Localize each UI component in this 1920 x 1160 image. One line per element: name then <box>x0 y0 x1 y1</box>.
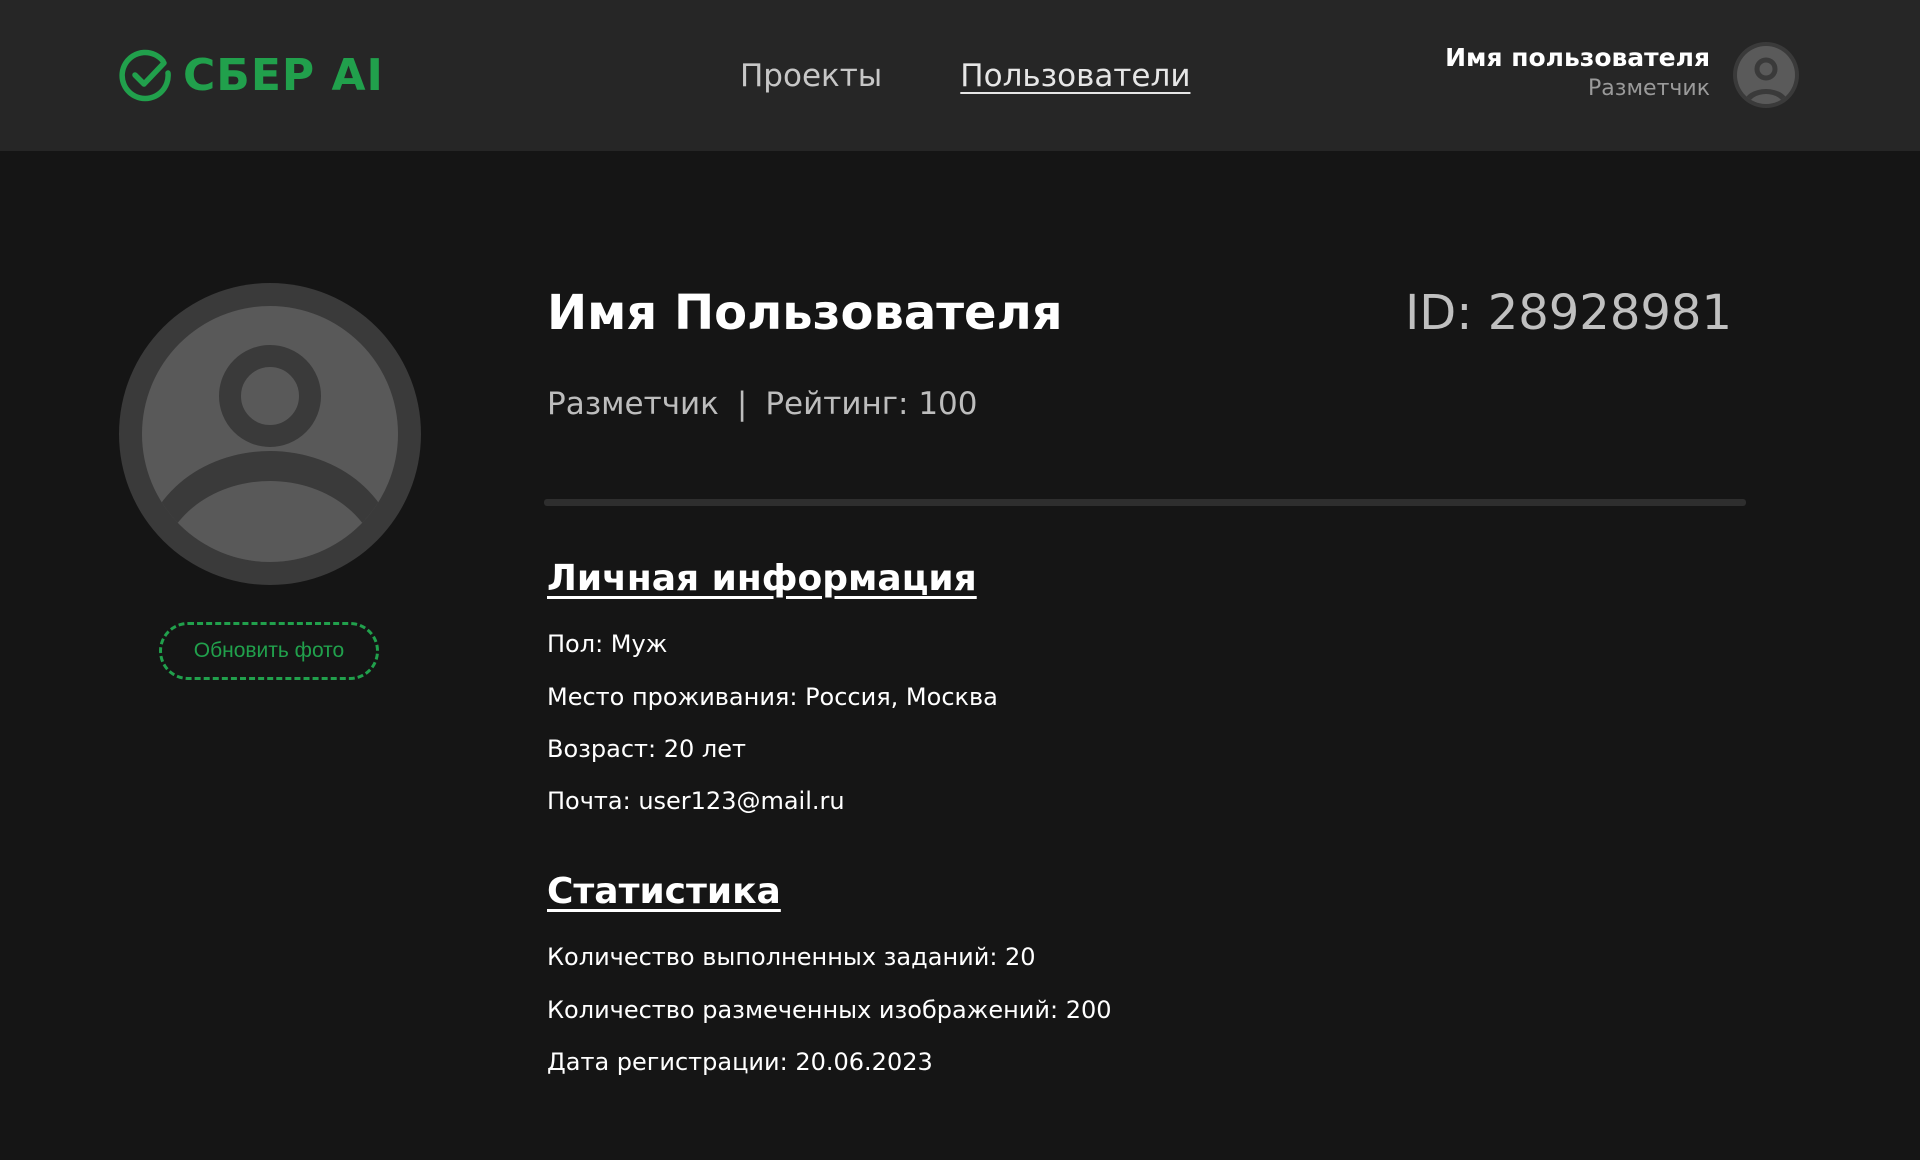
update-photo-button[interactable]: Обновить фото <box>159 622 379 680</box>
stat-completed-tasks: Количество выполненных заданий: 20 <box>547 943 1036 971</box>
current-user-info[interactable]: Имя пользователя Разметчик <box>1445 42 1710 104</box>
profile-rating: Рейтинг: 100 <box>765 386 978 422</box>
profile-subtitle: Разметчик | Рейтинг: 100 <box>547 383 978 425</box>
statistics-title: Статистика <box>547 871 781 912</box>
profile-separator: | <box>736 386 748 422</box>
stat-registration-date: Дата регистрации: 20.06.2023 <box>547 1048 933 1076</box>
sber-ai-logo[interactable]: СБЕР AI <box>119 48 384 104</box>
user-avatar-icon <box>119 283 421 585</box>
nav-item-projects[interactable]: Проекты <box>740 52 882 100</box>
main-nav: Проекты Пользователи <box>740 52 1190 100</box>
profile-role: Разметчик <box>547 386 719 422</box>
nav-item-users[interactable]: Пользователи <box>960 52 1190 100</box>
info-email: Почта: user123@mail.ru <box>547 787 845 815</box>
personal-info-title: Личная информация <box>547 558 977 599</box>
sber-check-icon <box>119 49 173 103</box>
info-age: Возраст: 20 лет <box>547 735 746 763</box>
section-divider <box>544 499 1746 506</box>
profile-name: Имя Пользователя <box>547 285 1063 341</box>
stat-labeled-images: Количество размеченных изображений: 200 <box>547 996 1112 1024</box>
logo-text: СБЕР AI <box>183 50 384 101</box>
top-header: СБЕР AI Проекты Пользователи Имя пользов… <box>0 0 1920 151</box>
info-location: Место проживания: Россия, Москва <box>547 683 998 711</box>
current-user-role: Разметчик <box>1588 76 1710 101</box>
info-gender: Пол: Муж <box>547 630 668 658</box>
header-avatar-icon[interactable] <box>1732 41 1800 109</box>
profile-id: ID: 28928981 <box>1405 285 1732 341</box>
current-user-name: Имя пользователя <box>1445 43 1710 72</box>
